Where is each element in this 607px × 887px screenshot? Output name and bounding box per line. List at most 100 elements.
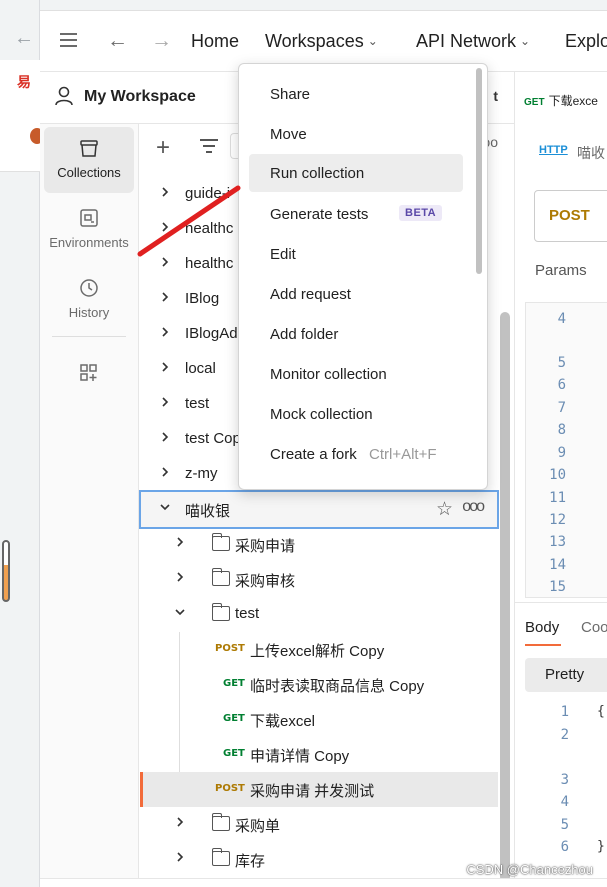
request-item[interactable]: GET 下载excel [140, 702, 500, 737]
chevron-right-icon[interactable] [175, 572, 185, 582]
menu-add-request[interactable]: Add request [249, 275, 463, 313]
menu-move[interactable]: Move [249, 115, 463, 153]
import-button[interactable]: t [493, 88, 498, 104]
method-select[interactable]: POST [534, 190, 607, 242]
menu-monitor-collection-label: Monitor collection [270, 366, 387, 383]
chevron-right-icon[interactable] [160, 222, 170, 232]
filter-icon[interactable] [200, 139, 218, 153]
hamburger-menu-icon[interactable] [60, 33, 77, 47]
tab-cookies[interactable]: Coo [581, 619, 607, 636]
request-item-active[interactable]: POST 采购申请 并发测试 [140, 772, 498, 807]
chevron-right-icon[interactable] [160, 187, 170, 197]
chevron-right-icon[interactable] [160, 467, 170, 477]
environments-icon [80, 209, 98, 227]
menu-share-label: Share [270, 86, 311, 103]
tab-params[interactable]: Params [535, 262, 587, 279]
folder-label: 采购单 [235, 818, 281, 835]
request-label: 临时表读取商品信息 Copy [250, 678, 425, 695]
menu-generate-tests[interactable]: Generate tests BETA [249, 195, 463, 233]
star-icon[interactable]: ☆ [436, 498, 453, 521]
chevron-right-icon[interactable] [175, 817, 185, 827]
add-widget-icon [80, 364, 97, 381]
collection-item-selected[interactable]: 喵收银 ☆ ooo [139, 490, 499, 529]
folder-item-open[interactable]: test [140, 597, 500, 632]
request-item[interactable]: GET 临时表读取商品信息 Copy [140, 667, 500, 702]
forward-arrow-icon[interactable]: → [151, 29, 172, 53]
beta-badge: BETA [399, 205, 443, 221]
rail-environments[interactable]: Environments [44, 197, 134, 263]
menu-edit-label: Edit [270, 246, 296, 263]
menu-add-request-label: Add request [270, 286, 351, 303]
request-item[interactable]: GET 申请详情 Copy [140, 737, 500, 772]
chevron-right-icon[interactable] [160, 257, 170, 267]
chevron-down-icon[interactable] [175, 607, 185, 617]
chevron-right-icon[interactable] [175, 537, 185, 547]
chevron-right-icon[interactable] [160, 327, 170, 337]
chevron-down-icon[interactable] [160, 502, 170, 512]
pretty-view-button[interactable]: Pretty [525, 658, 607, 692]
menu-add-folder[interactable]: Add folder [249, 315, 463, 353]
menu-run-collection-label: Run collection [270, 165, 365, 182]
nav-home[interactable]: Home [191, 31, 239, 52]
line-number: 6 [557, 377, 566, 393]
menu-run-collection[interactable]: Run collection [249, 154, 463, 192]
folder-item[interactable]: 库存 [140, 842, 500, 877]
folder-label: 库存 [235, 853, 266, 870]
collection-label: healthc [185, 220, 234, 237]
collection-label: 喵收银 [185, 503, 231, 520]
rail-history[interactable]: History [44, 267, 134, 333]
request-method: POST [215, 783, 245, 794]
menu-generate-tests-label: Generate tests [270, 206, 369, 223]
line-number: 13 [549, 534, 566, 550]
collection-label: guide-i [185, 185, 231, 202]
response-line-number: 6 [560, 839, 569, 855]
menu-edit[interactable]: Edit [249, 235, 463, 273]
menu-scrollbar[interactable] [476, 68, 482, 274]
nav-api-network[interactable]: API Network ⌄ [416, 31, 530, 52]
tab-body[interactable]: Body [525, 619, 562, 646]
more-options-icon[interactable]: ooo [462, 498, 485, 516]
workspace-title[interactable]: My Workspace [84, 88, 196, 106]
chevron-right-icon[interactable] [160, 397, 170, 407]
chevron-right-icon[interactable] [160, 362, 170, 372]
line-number: 5 [557, 355, 566, 371]
request-item[interactable]: POST 上传excel解析 Copy [140, 632, 500, 667]
site-favicon-icon[interactable]: 易 [17, 72, 37, 92]
folder-item[interactable]: 采购申请 [140, 527, 500, 562]
chevron-right-icon[interactable] [160, 432, 170, 442]
browser-scroll-indicator[interactable] [2, 540, 10, 602]
rail-collections[interactable]: Collections [44, 127, 134, 193]
response-fragment: { [597, 704, 605, 719]
request-method: GET [223, 713, 245, 724]
left-rail: Collections Environments History [40, 124, 139, 887]
request-name[interactable]: 喵收 [577, 143, 605, 163]
request-editor-panel: GET 下载exce HTTP 喵收 POST Params 4 5 6 7 8 … [514, 72, 607, 887]
rail-environments-label: Environments [49, 235, 129, 250]
menu-create-fork[interactable]: Create a fork Ctrl+Alt+F [249, 435, 463, 473]
rail-add-widget[interactable] [44, 352, 134, 398]
nav-workspaces[interactable]: Workspaces ⌄ [265, 31, 378, 52]
folder-label: 采购申请 [235, 538, 296, 555]
request-label: 上传excel解析 Copy [250, 643, 385, 660]
request-tab[interactable]: GET 下载exce [524, 92, 598, 109]
menu-mock-collection[interactable]: Mock collection [249, 395, 463, 433]
menu-create-fork-label: Create a fork [270, 446, 357, 463]
browser-back-icon[interactable]: ← [14, 28, 34, 48]
chevron-right-icon[interactable] [160, 292, 170, 302]
tree-scrollbar[interactable] [500, 312, 510, 882]
folder-item[interactable]: 采购审核 [140, 562, 500, 597]
folder-item[interactable]: 采购单 [140, 807, 500, 842]
chevron-right-icon[interactable] [175, 852, 185, 862]
code-editor[interactable]: 4 5 6 7 8 9 10 11 12 13 14 15 } // pr co [525, 302, 607, 598]
request-tab-title: 下载exce [548, 94, 598, 108]
nav-explore[interactable]: Explo [565, 31, 607, 52]
menu-share[interactable]: Share [249, 75, 463, 113]
response-line-number: 3 [560, 772, 569, 788]
back-arrow-icon[interactable]: ← [107, 29, 128, 53]
history-icon [80, 279, 98, 297]
menu-monitor-collection[interactable]: Monitor collection [249, 355, 463, 393]
response-line-number: 1 [560, 704, 569, 720]
new-collection-plus-icon[interactable]: + [156, 134, 170, 162]
request-method: GET [223, 678, 245, 689]
method-select-value: POST [549, 207, 590, 224]
